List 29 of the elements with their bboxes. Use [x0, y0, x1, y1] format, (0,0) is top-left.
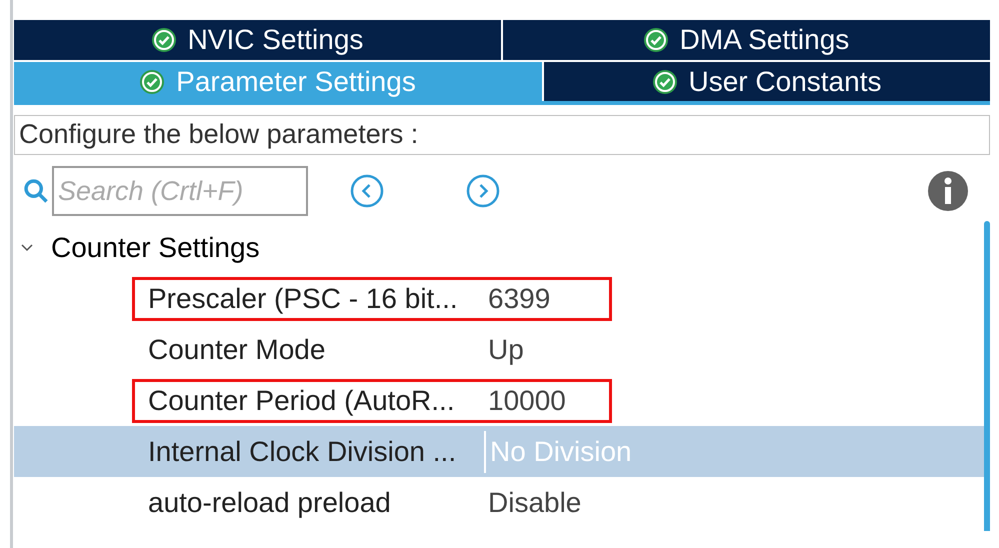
check-icon [644, 28, 668, 52]
property-name: Internal Clock Division ... [147, 434, 458, 468]
search-icon [22, 177, 50, 205]
property-row[interactable]: Prescaler (PSC - 16 bit... 6399 [14, 273, 984, 324]
previous-icon[interactable] [350, 174, 384, 208]
tab[interactable]: DMA Settings [503, 20, 990, 60]
property-value: No Division [484, 430, 632, 472]
property-name: Counter Mode [147, 332, 326, 366]
property-name: auto-reload preload [147, 486, 392, 520]
property-value: 10000 [487, 384, 566, 418]
property-value: 6399 [487, 282, 550, 316]
property-row[interactable]: Counter Mode Up [14, 324, 984, 375]
check-icon [652, 70, 677, 94]
property-name: Prescaler (PSC - 16 bit... [147, 282, 459, 316]
description-text: Configure the below parameters : [14, 115, 990, 155]
check-icon [152, 28, 176, 52]
property-value: Up [487, 332, 524, 367]
group-title: Counter Settings [51, 231, 260, 265]
next-icon[interactable] [466, 174, 500, 208]
property-name: Counter Period (AutoR... [147, 384, 456, 418]
search-field[interactable]: Search (Crtl+F) [52, 166, 308, 216]
property-row[interactable]: auto-reload preload Disable [14, 477, 984, 528]
property-row[interactable]: Internal Clock Division ... No Division [14, 426, 984, 477]
info-icon[interactable] [928, 171, 968, 211]
check-icon [140, 70, 164, 94]
tab[interactable]: User Constants [544, 62, 990, 101]
tab[interactable]: NVIC Settings [14, 20, 501, 60]
property-row[interactable]: Counter Period (AutoR... 10000 [14, 375, 984, 426]
property-value: Disable [487, 486, 582, 520]
